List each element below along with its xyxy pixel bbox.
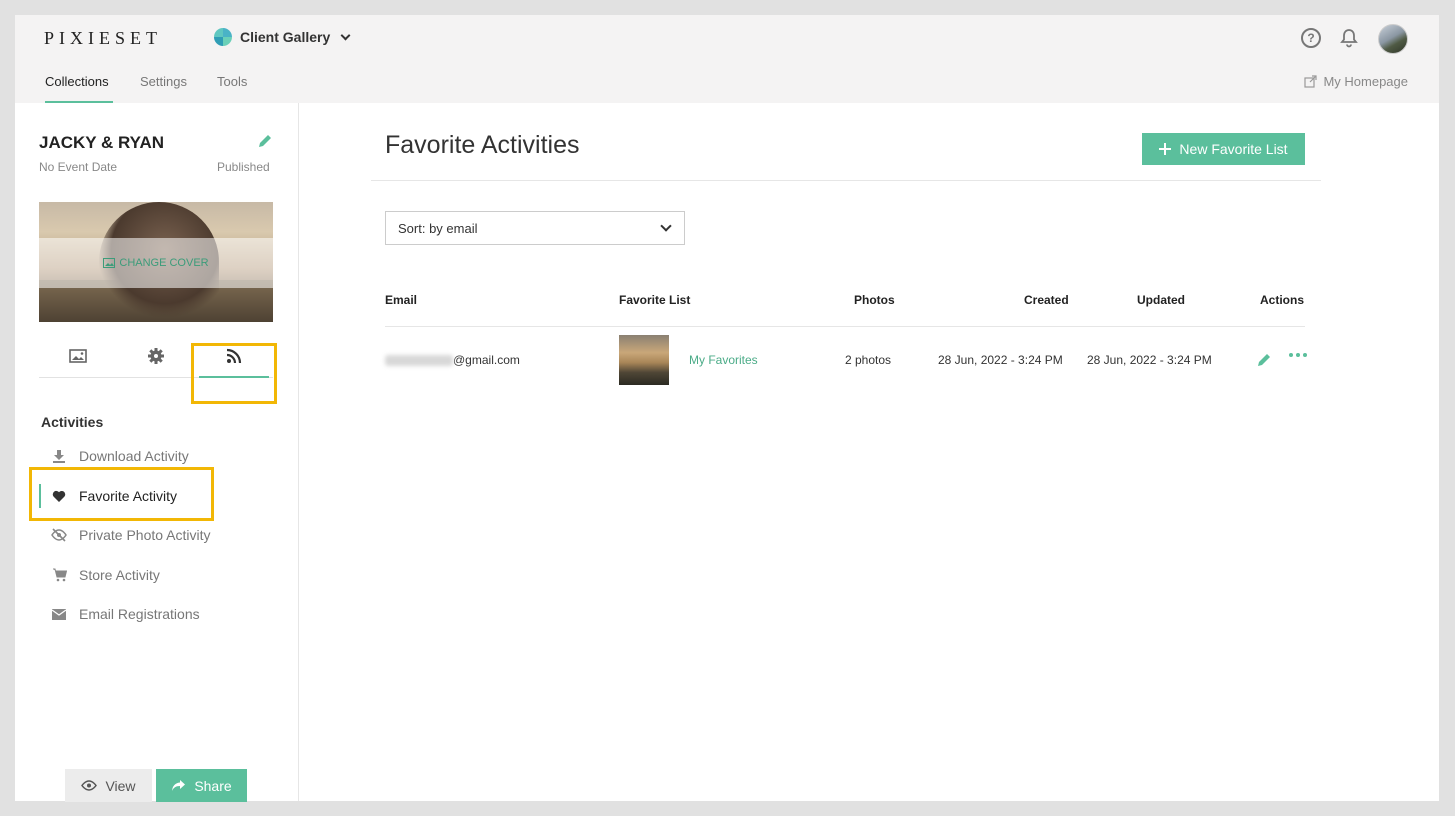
new-favorite-list-label: New Favorite List <box>1179 141 1288 157</box>
row-email: @gmail.com <box>385 353 520 367</box>
client-gallery-app-icon <box>214 28 232 46</box>
tab-gallery-settings[interactable] <box>117 335 195 377</box>
eye-icon <box>81 780 98 791</box>
highlight-box-favorite-activity <box>29 467 214 521</box>
tab-settings[interactable]: Settings <box>140 74 187 89</box>
eye-slash-icon <box>39 528 79 542</box>
new-favorite-list-button[interactable]: New Favorite List <box>1142 133 1305 165</box>
page-title: Favorite Activities <box>385 131 580 159</box>
image-icon <box>103 258 116 268</box>
app-name: Client Gallery <box>240 29 331 45</box>
sidebar-item-email-registrations[interactable]: Email Registrations <box>39 599 259 629</box>
view-label: View <box>105 777 136 794</box>
gear-icon <box>148 348 164 364</box>
edit-collection-icon[interactable] <box>257 133 273 154</box>
cover-image: CHANGE COVER <box>39 202 273 322</box>
pixieset-logo[interactable]: PIXIESET <box>44 28 162 49</box>
column-header-photos: Photos <box>854 293 895 307</box>
external-link-icon <box>1304 75 1318 88</box>
column-header-email: Email <box>385 293 418 307</box>
row-updated: 28 Jun, 2022 - 3:24 PM <box>1087 353 1212 367</box>
app-switcher[interactable]: Client Gallery <box>214 28 351 46</box>
sidebar-item-store-activity[interactable]: Store Activity <box>39 560 259 590</box>
collection-title: JACKY & RYAN <box>39 133 165 152</box>
email-domain: @gmail.com <box>453 353 520 367</box>
redacted-email-user <box>385 355 453 367</box>
tab-collections[interactable]: Collections <box>45 74 109 89</box>
divider <box>371 180 1321 181</box>
column-header-updated: Updated <box>1137 293 1185 307</box>
collection-sidebar: JACKY & RYAN No Event Date Published CHA… <box>15 103 299 802</box>
main-nav: Collections Settings Tools My Homepage <box>15 63 1439 103</box>
user-avatar[interactable] <box>1378 24 1408 54</box>
view-button[interactable]: View <box>65 769 152 802</box>
sidebar-item-label: Private Photo Activity <box>79 527 211 543</box>
highlight-box-activities-tab <box>191 343 277 404</box>
sort-value: Sort: by email <box>398 220 478 236</box>
column-header-favorite-list: Favorite List <box>619 293 691 307</box>
divider <box>385 326 1305 327</box>
more-actions-icon[interactable] <box>1289 353 1307 357</box>
my-homepage-link[interactable]: My Homepage <box>1304 74 1408 89</box>
chevron-down-icon <box>660 220 672 232</box>
column-header-created: Created <box>1024 293 1069 307</box>
row-created: 28 Jun, 2022 - 3:24 PM <box>938 353 1063 367</box>
change-cover-label: CHANGE COVER <box>119 257 209 269</box>
change-cover-button[interactable]: CHANGE COVER <box>39 238 273 288</box>
sidebar-item-label: Email Registrations <box>79 606 200 622</box>
chevron-down-icon <box>340 30 351 40</box>
share-label: Share <box>194 777 232 794</box>
share-arrow-icon <box>172 780 186 791</box>
envelope-icon <box>39 608 79 620</box>
image-icon <box>69 349 87 363</box>
favorite-list-thumbnail[interactable] <box>619 335 669 385</box>
top-bar: PIXIESET Client Gallery ? <box>15 15 1439 63</box>
event-date: No Event Date <box>39 160 118 174</box>
sidebar-item-label: Download Activity <box>79 448 189 464</box>
tab-tools[interactable]: Tools <box>217 74 247 89</box>
row-photos-count: 2 photos <box>845 353 892 367</box>
sidebar-item-private-photo-activity[interactable]: Private Photo Activity <box>39 520 259 550</box>
edit-icon[interactable] <box>1256 352 1272 373</box>
column-header-actions: Actions <box>1260 293 1305 307</box>
help-icon[interactable]: ? <box>1301 28 1321 48</box>
my-homepage-label: My Homepage <box>1323 74 1408 89</box>
sort-select[interactable]: Sort: by email <box>385 211 685 245</box>
notification-bell-icon[interactable] <box>1338 27 1360 49</box>
cart-icon <box>39 568 79 582</box>
plus-icon <box>1159 143 1172 155</box>
share-button[interactable]: Share <box>156 769 247 802</box>
download-icon <box>39 449 79 463</box>
tab-photos[interactable] <box>39 335 117 377</box>
status-badge: Published <box>217 160 270 174</box>
sidebar-item-label: Store Activity <box>79 567 160 583</box>
favorite-list-link[interactable]: My Favorites <box>689 353 758 367</box>
activities-heading: Activities <box>41 414 104 430</box>
app-window: PIXIESET Client Gallery ? Collections Se… <box>15 15 1439 802</box>
